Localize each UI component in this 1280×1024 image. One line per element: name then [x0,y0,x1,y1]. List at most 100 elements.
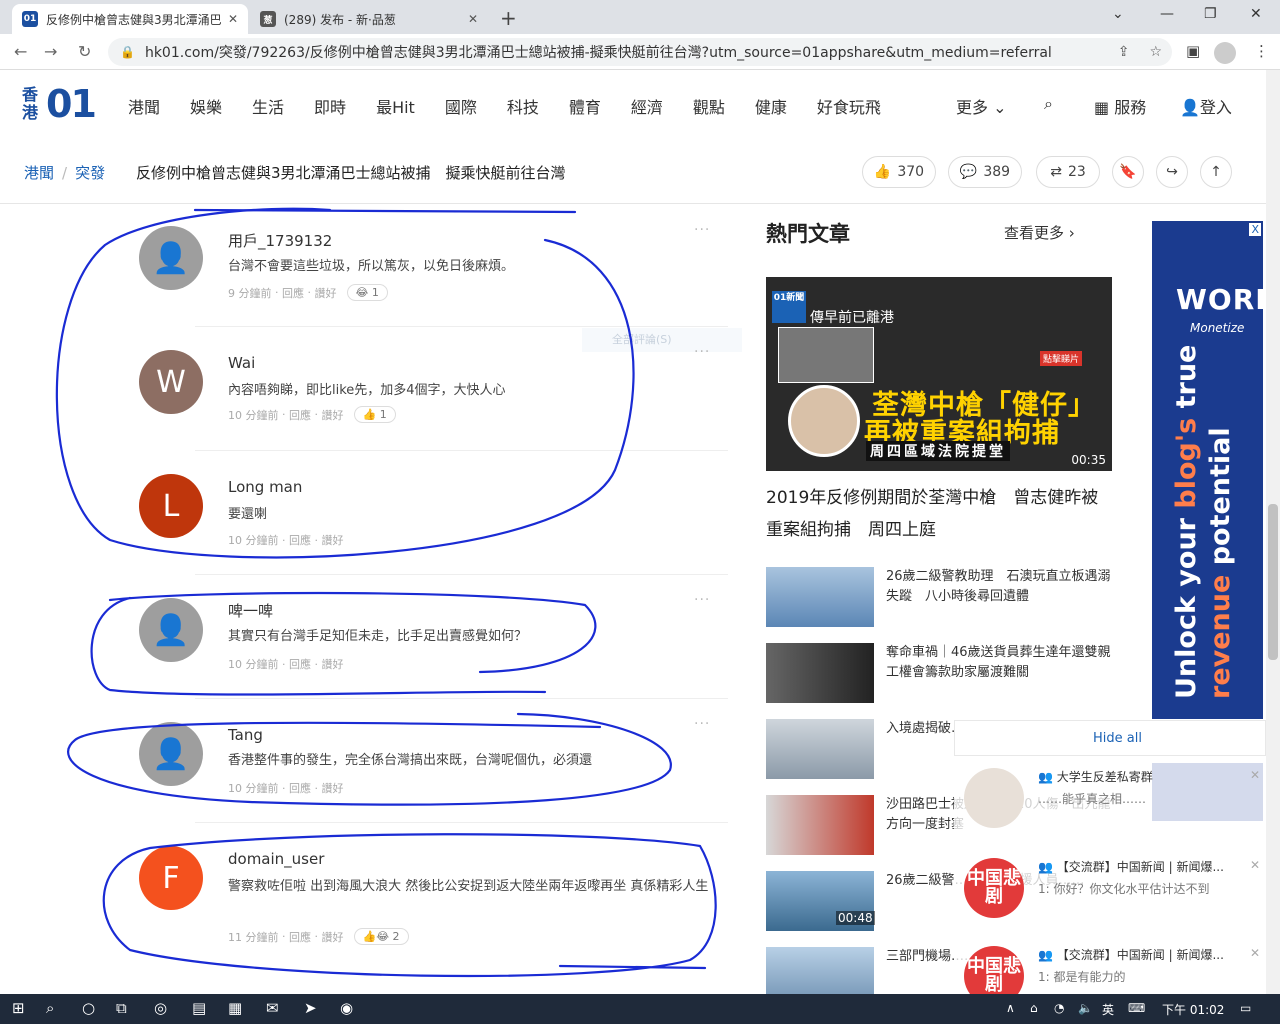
tray-volume-icon[interactable]: 🔈 [1078,1001,1093,1015]
repost-button[interactable]: ⇄ 23 [1036,156,1100,188]
reaction-badge[interactable]: 👍 1 [353,406,396,423]
action-center-icon[interactable]: ▭ [1240,1001,1251,1015]
hk01-logo[interactable]: 香港 01 [22,82,97,126]
hero-article-title[interactable]: 2019年反修例期間於荃灣中槍 曾志健昨被重案組拘捕 周四上庭 [766,482,1112,546]
bookmark-button[interactable]: 🔖 [1112,156,1144,188]
reload-icon[interactable]: ↻ [78,42,91,61]
search-icon[interactable]: ⌕ [1044,94,1053,114]
nav-item[interactable]: 科技 [507,94,539,118]
nav-item[interactable]: 觀點 [693,94,725,118]
tray-chevron-icon[interactable]: ∧ [1006,1001,1015,1015]
reaction-badge[interactable]: 👍😂 2 [353,928,409,945]
tray-wifi-icon[interactable]: ◔ [1054,1001,1064,1015]
tab-search-icon[interactable]: ⌄ [1112,6,1124,22]
ad-close-icon[interactable]: X [1249,223,1261,236]
comment-username[interactable]: domain_user [228,850,324,868]
browser-tab[interactable]: 葱 (289) 发布 - 新·品葱 ✕ [250,4,488,34]
nav-item[interactable]: 港聞 [128,94,160,118]
new-tab-icon[interactable]: + [500,6,517,30]
default-avatar-icon[interactable]: 👤 [139,722,203,786]
telegram-icon[interactable]: ➤ [304,999,317,1017]
nav-item[interactable]: 娛樂 [190,94,222,118]
cortana-icon[interactable]: ○ [82,999,95,1017]
ime-indicator[interactable]: 英 [1102,1001,1114,1018]
hero-video-thumbnail[interactable]: 01新聞 傳早前已離港 荃灣中槍「健仔」 再被重案組拘捕 周四區域法院提堂 點擊… [766,277,1112,471]
notification-close-icon[interactable]: ✕ [1250,768,1260,782]
chrome-icon[interactable]: ◉ [340,999,353,1017]
reply-link[interactable]: 回應 [282,285,304,301]
nav-item[interactable]: 體育 [569,94,601,118]
comment-username[interactable]: 用戶_1739132 [228,230,332,251]
like-button[interactable]: 👍 370 [862,156,936,188]
comment-username[interactable]: 啤一啤 [228,600,273,621]
reply-link[interactable]: 回應 [289,780,311,796]
scroll-top-button[interactable]: ↑ [1200,156,1232,188]
reply-link[interactable]: 回應 [289,407,311,423]
notification-item[interactable]: 👥 大学生反差私寄群 ……能乎真之相…… ✕ [954,760,1266,840]
default-avatar-icon[interactable]: 👤 [139,598,203,662]
reply-link[interactable]: 回應 [289,656,311,672]
login-button[interactable]: 👤登入 [1180,94,1232,118]
share-button[interactable]: ↪ [1156,156,1188,188]
more-menu-button[interactable]: 更多 ⌄ [956,94,1007,118]
view-more-link[interactable]: 查看更多 › [1004,222,1075,243]
notification-close-icon[interactable]: ✕ [1250,858,1260,872]
reaction-badge[interactable]: 😂 1 [346,284,388,301]
services-button[interactable]: ▦ 服務 [1094,94,1146,118]
reply-link[interactable]: 回應 [289,532,311,548]
nav-item[interactable]: 生活 [252,94,284,118]
wordmonetize-ad[interactable]: X WORD Monetize Unlock your blog's truer… [1152,221,1263,719]
notification-close-icon[interactable]: ✕ [1250,946,1260,960]
nav-item[interactable]: 最Hit [376,94,415,118]
browser-tab-active[interactable]: 01 反修例中槍曾志健與3男北潭涌巴士總站被捕 ✕ [12,4,248,34]
close-tab-icon[interactable]: ✕ [228,12,238,26]
taskbar-clock[interactable]: 下午 01:02 [1162,1001,1224,1018]
default-avatar-icon[interactable]: 👤 [139,226,203,290]
taskbar-search-icon[interactable]: ⌕ [46,999,54,1017]
address-bar[interactable]: 🔒 hk01.com/突發/792263/反修例中槍曾志健與3男北潭涌巴士總站被… [108,38,1172,66]
file-explorer-icon[interactable]: ▤ [192,999,206,1017]
nav-item[interactable]: 即時 [314,94,346,118]
article-item[interactable]: 奪命車禍｜46歲送貨員葬生達年還雙親 工權會籌款助家屬渡難關 [766,643,1124,703]
more-options-icon[interactable]: ··· [694,716,710,732]
article-item[interactable]: 26歲二級警教助理 石澳玩直立板遇溺失蹤 八小時後尋回遺體 [766,567,1112,627]
scrollbar-thumb[interactable] [1268,504,1278,660]
breadcrumb-item[interactable]: 港聞 [24,164,54,182]
like-link[interactable]: 讚好 [322,656,344,672]
page-scrollbar[interactable] [1266,70,1280,995]
window-close-icon[interactable]: ✕ [1250,6,1262,22]
like-link[interactable]: 讚好 [322,532,344,548]
share-icon[interactable]: ⇪ [1118,44,1130,60]
tray-keyboard-icon[interactable]: ⌨ [1128,1001,1145,1015]
edge-icon[interactable]: ◎ [154,999,167,1017]
store-icon[interactable]: ▦ [228,999,242,1017]
bookmark-star-icon[interactable]: ☆ [1149,44,1162,60]
back-icon[interactable]: ← [14,42,27,61]
user-avatar[interactable]: W [139,350,203,414]
task-view-icon[interactable]: ⧉ [116,999,127,1017]
user-avatar[interactable]: L [139,474,203,538]
menu-icon[interactable]: ⋮ [1254,42,1269,60]
comment-username[interactable]: Wai [228,354,255,372]
mail-icon[interactable]: ✉ [266,999,279,1017]
notification-item[interactable]: 中国悲剧 👥 【交流群】中国新闻 | 新闻爆... 1: 你好？你文化水平估计达… [954,850,1266,930]
breadcrumb-item[interactable]: 突發 [75,164,105,182]
minimize-icon[interactable]: — [1160,6,1174,22]
faint-all-comments-tab[interactable]: 全部評論(S) [582,328,742,352]
restore-icon[interactable]: ❐ [1204,6,1217,22]
profile-avatar[interactable] [1214,42,1236,64]
nav-item[interactable]: 國際 [445,94,477,118]
close-tab-icon[interactable]: ✕ [468,12,478,26]
hide-all-button[interactable]: Hide all [1093,731,1142,746]
comment-username[interactable]: Long man [228,478,302,496]
comment-username[interactable]: Tang [228,726,263,744]
like-link[interactable]: 讚好 [315,285,337,301]
windows-start-icon[interactable]: ⊞ [12,999,25,1017]
more-options-icon[interactable]: ··· [694,592,710,608]
notification-item[interactable]: 中国悲剧 👥 【交流群】中国新闻 | 新闻爆... 1: 都是有能力的 ✕ [954,938,1266,994]
nav-item[interactable]: 好食玩飛 [817,94,881,118]
like-link[interactable]: 讚好 [322,780,344,796]
nav-item[interactable]: 經濟 [631,94,663,118]
tray-network-icon[interactable]: ⌂ [1030,1001,1038,1015]
like-link[interactable]: 讚好 [322,929,344,945]
